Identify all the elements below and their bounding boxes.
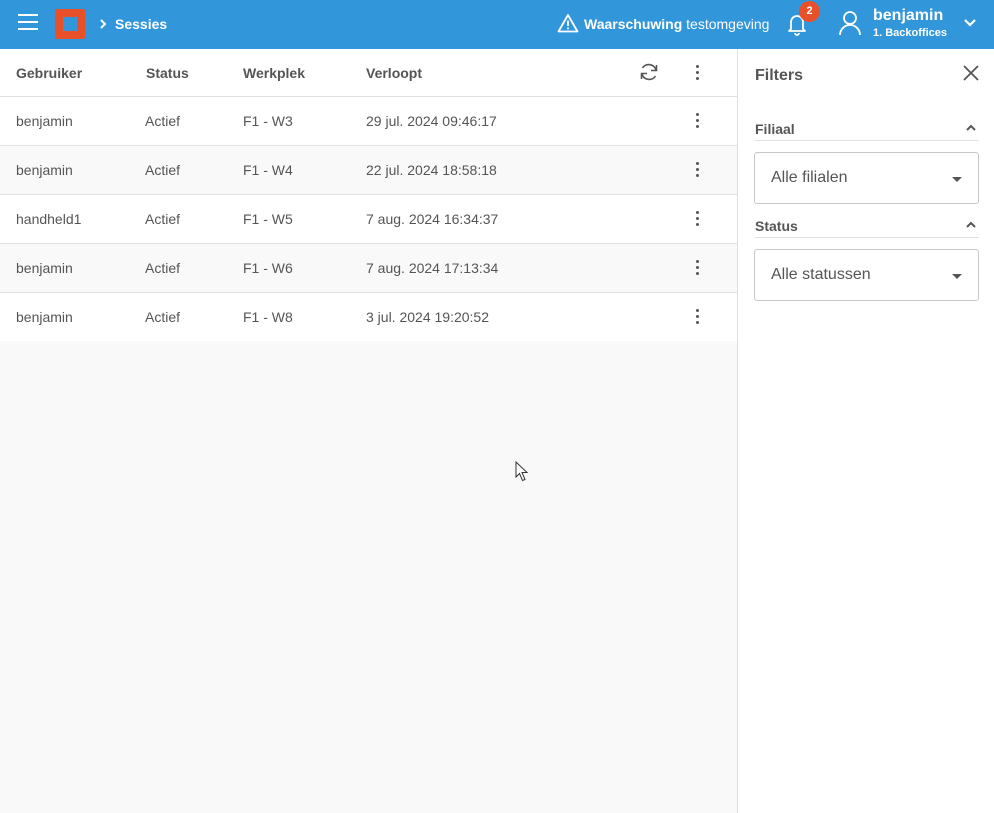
warning-icon [557, 14, 579, 33]
chevron-up-icon [966, 124, 976, 131]
table-row[interactable]: handheld1 Actief F1 - W5 7 aug. 2024 16:… [0, 195, 737, 244]
table-body: benjamin Actief F1 - W3 29 jul. 2024 09:… [0, 97, 737, 341]
cell-expires: 29 jul. 2024 09:46:17 [366, 113, 497, 129]
cell-user: benjamin [16, 162, 73, 178]
sessions-panel: Gebruiker Status Werkplek Verloopt benja… [0, 49, 737, 813]
column-header-workplace[interactable]: Werkplek [243, 65, 305, 81]
cell-expires: 7 aug. 2024 17:13:34 [366, 260, 499, 276]
dropdown-arrow-icon [952, 177, 962, 182]
logo-icon[interactable] [55, 9, 85, 39]
filter-section-branch[interactable]: Filiaal [755, 117, 979, 141]
cell-user: benjamin [16, 260, 73, 276]
filter-section-label: Status [755, 218, 798, 234]
user-organization[interactable]: 1. Backoffices [873, 27, 947, 39]
notification-badge[interactable]: 2 [799, 1, 820, 22]
cell-workplace: F1 - W5 [243, 211, 293, 227]
column-header-expires[interactable]: Verloopt [366, 65, 422, 81]
cell-workplace: F1 - W3 [243, 113, 293, 129]
table-row[interactable]: benjamin Actief F1 - W6 7 aug. 2024 17:1… [0, 244, 737, 293]
refresh-icon[interactable] [638, 61, 660, 83]
user-name[interactable]: benjamin [873, 7, 943, 25]
table-row[interactable]: benjamin Actief F1 - W3 29 jul. 2024 09:… [0, 97, 737, 146]
branch-select[interactable]: Alle filialen [754, 152, 979, 204]
close-icon[interactable] [961, 63, 981, 83]
more-vertical-icon[interactable] [687, 258, 707, 278]
cell-expires: 3 jul. 2024 19:20:52 [366, 309, 489, 325]
cell-user: benjamin [16, 309, 73, 325]
chevron-down-icon[interactable] [962, 16, 978, 30]
cell-status: Actief [145, 113, 181, 129]
cell-status: Actief [145, 211, 181, 227]
cell-user: handheld1 [16, 211, 82, 227]
chevron-right-icon [100, 19, 107, 29]
user-icon[interactable] [838, 10, 862, 36]
top-bar: Sessies Waarschuwing testomgeving 2 benj… [0, 0, 994, 49]
cell-workplace: F1 - W6 [243, 260, 293, 276]
column-header-status[interactable]: Status [146, 65, 189, 81]
chevron-up-icon [966, 221, 976, 228]
more-vertical-icon[interactable] [687, 63, 707, 83]
filter-section-label: Filiaal [755, 121, 795, 137]
more-vertical-icon[interactable] [687, 111, 707, 131]
table-row[interactable]: benjamin Actief F1 - W8 3 jul. 2024 19:2… [0, 293, 737, 341]
column-header-user[interactable]: Gebruiker [16, 65, 82, 81]
menu-icon[interactable] [16, 14, 40, 34]
cell-user: benjamin [16, 113, 73, 129]
filter-section-status[interactable]: Status [755, 214, 979, 238]
status-select[interactable]: Alle statussen [754, 249, 979, 301]
cell-workplace: F1 - W8 [243, 309, 293, 325]
cell-status: Actief [145, 260, 181, 276]
warning-text: testomgeving [686, 16, 770, 32]
cell-expires: 22 jul. 2024 18:58:18 [366, 162, 497, 178]
filters-title: Filters [755, 67, 804, 84]
mouse-cursor-icon [515, 461, 529, 482]
branch-select-value: Alle filialen [771, 169, 848, 186]
table-row[interactable]: benjamin Actief F1 - W4 22 jul. 2024 18:… [0, 146, 737, 195]
more-vertical-icon[interactable] [687, 209, 707, 229]
dropdown-arrow-icon [952, 274, 962, 279]
cell-workplace: F1 - W4 [243, 162, 293, 178]
warning-label: Waarschuwing [584, 16, 683, 32]
more-vertical-icon[interactable] [687, 160, 707, 180]
status-select-value: Alle statussen [771, 266, 871, 283]
more-vertical-icon[interactable] [687, 307, 707, 327]
environment-warning: Waarschuwing testomgeving [584, 16, 769, 32]
table-header: Gebruiker Status Werkplek Verloopt [0, 49, 737, 97]
cell-expires: 7 aug. 2024 16:34:37 [366, 211, 499, 227]
cell-status: Actief [145, 162, 181, 178]
cell-status: Actief [145, 309, 181, 325]
filters-panel: Filters Filiaal Alle filialen Status All… [737, 49, 994, 813]
breadcrumb-current: Sessies [115, 16, 168, 32]
